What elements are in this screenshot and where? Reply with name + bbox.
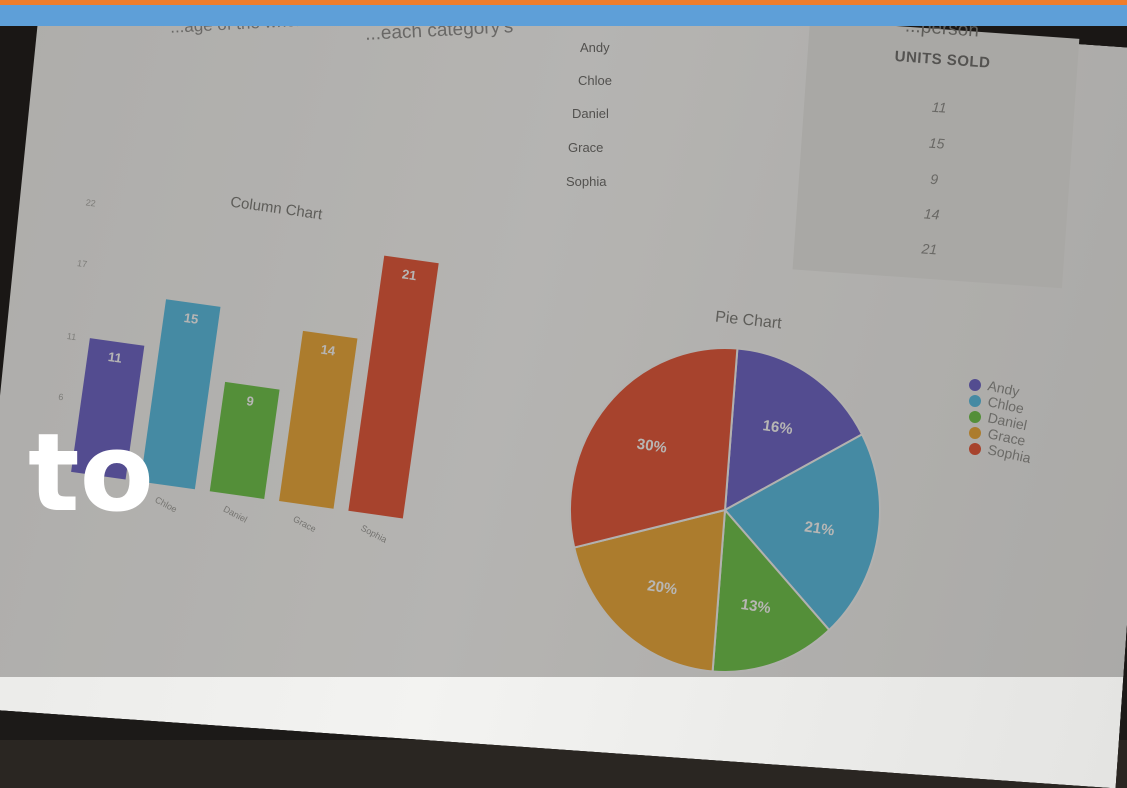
top-banner	[0, 0, 1127, 26]
legend-marker	[969, 395, 981, 407]
legend-marker	[969, 427, 981, 439]
pie-chart: 16%21%13%20%30%AndyChloeDanielGraceSophi…	[569, 347, 1033, 673]
legend-marker	[969, 443, 981, 455]
legend-marker	[969, 411, 981, 423]
legend-label: Sophia	[986, 441, 1032, 466]
overlay-heading: to	[28, 411, 154, 536]
legend-marker	[969, 379, 981, 391]
